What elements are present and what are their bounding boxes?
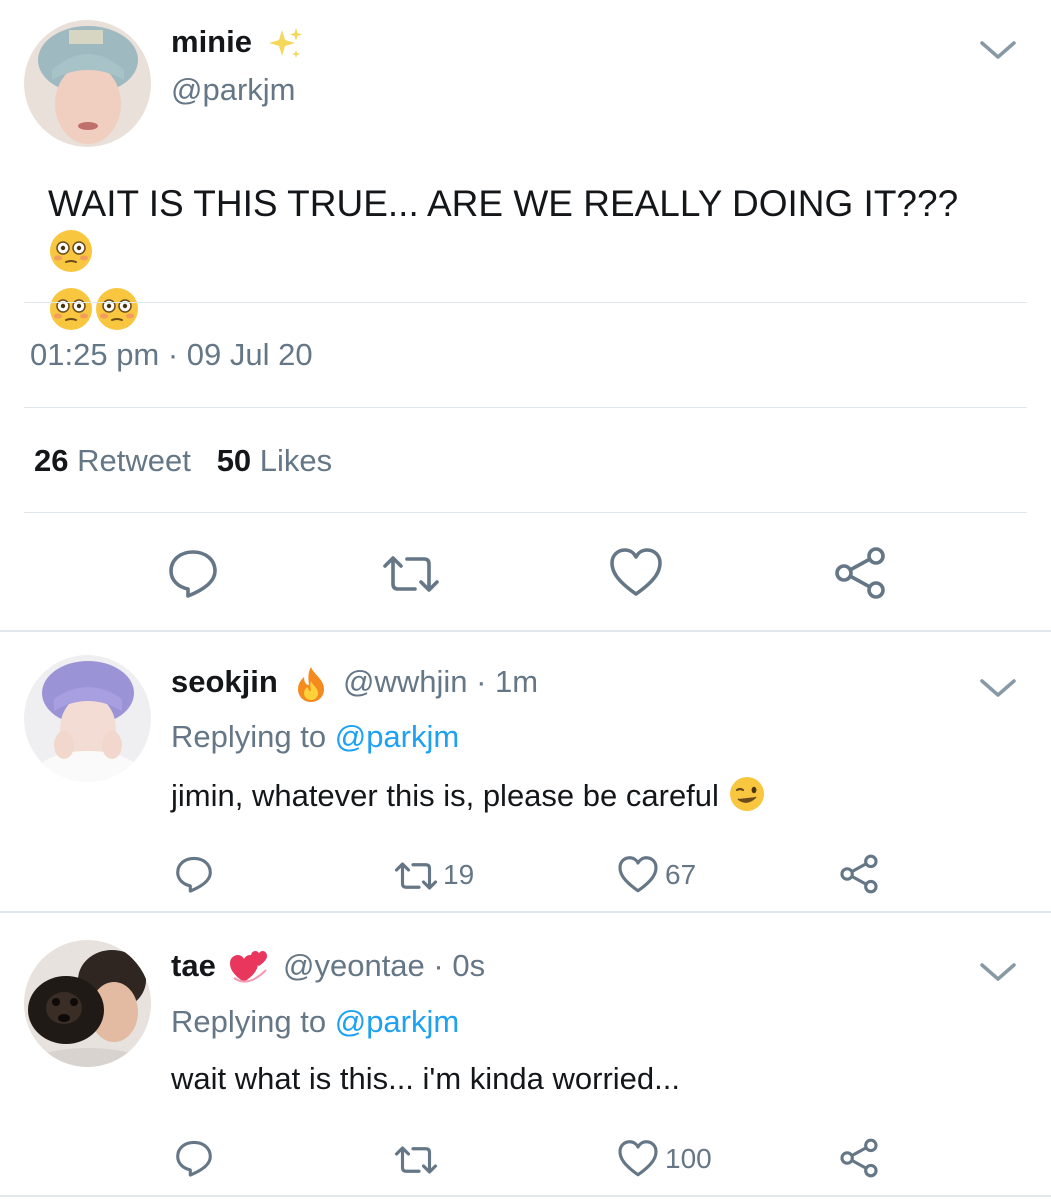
- replying-to-link[interactable]: @parkjm: [335, 719, 459, 754]
- retweet-icon[interactable]: [393, 1142, 439, 1178]
- heart-icon[interactable]: [617, 855, 659, 895]
- replying-to: Replying to @parkjm: [171, 719, 460, 754]
- fire-icon: [294, 665, 328, 708]
- section-divider: [0, 1195, 1051, 1197]
- sparkles-icon: [268, 26, 304, 67]
- chevron-down-icon[interactable]: [978, 676, 1018, 700]
- section-divider: [0, 630, 1051, 632]
- flushed-face-icon: [48, 228, 94, 286]
- divider: [24, 512, 1027, 513]
- tweet-timestamp[interactable]: 01:25 pm · 09 Jul 20: [30, 337, 313, 373]
- share-icon[interactable]: [838, 1138, 880, 1178]
- share-icon[interactable]: [832, 546, 888, 600]
- reply-text: wait what is this... i'm kinda worried..…: [171, 1061, 680, 1096]
- section-divider: [0, 911, 1051, 913]
- replying-to: Replying to @parkjm: [171, 1004, 460, 1039]
- heart-icon[interactable]: [608, 547, 664, 599]
- heart-icon[interactable]: [617, 1139, 659, 1179]
- reply-author-name[interactable]: tae: [171, 948, 216, 984]
- tweet-stats: 26 Retweet 50 Likes: [34, 443, 332, 479]
- retweet-icon[interactable]: [393, 858, 439, 894]
- divider: [24, 407, 1027, 408]
- flushed-face-icon: [48, 286, 94, 344]
- avatar-seokjin[interactable]: [24, 655, 151, 782]
- retweet-count: 19: [443, 859, 475, 890]
- tweet-text: WAIT IS THIS TRUE... ARE WE REALLY DOING…: [48, 180, 1008, 344]
- reply-handle[interactable]: @wwhjin · 1m: [343, 664, 538, 700]
- flushed-face-icon: [94, 286, 140, 344]
- chevron-down-icon[interactable]: [978, 38, 1018, 62]
- avatar-minie[interactable]: [24, 20, 151, 147]
- revolving-hearts-icon: [228, 948, 270, 991]
- replying-to-link[interactable]: @parkjm: [335, 1004, 459, 1039]
- like-count: 67: [665, 859, 697, 890]
- like-count: 100: [665, 1143, 712, 1174]
- reply-icon[interactable]: [166, 546, 220, 600]
- like-stat[interactable]: 50 Likes: [217, 443, 332, 478]
- avatar-tae[interactable]: [24, 940, 151, 1067]
- reply-icon[interactable]: [174, 1138, 214, 1178]
- retweet-stat[interactable]: 26 Retweet: [34, 443, 191, 478]
- winking-face-icon: [728, 775, 766, 821]
- reply-text: jimin, whatever this is, please be caref…: [171, 775, 766, 821]
- chevron-down-icon[interactable]: [978, 960, 1018, 984]
- author-name[interactable]: minie: [171, 24, 252, 60]
- share-icon[interactable]: [838, 854, 880, 894]
- reply-author-name[interactable]: seokjin: [171, 664, 278, 700]
- retweet-icon[interactable]: [381, 550, 441, 598]
- divider: [24, 302, 1027, 303]
- reply-handle[interactable]: @yeontae · 0s: [283, 948, 485, 984]
- reply-icon[interactable]: [174, 854, 214, 894]
- author-handle[interactable]: @parkjm: [171, 72, 295, 108]
